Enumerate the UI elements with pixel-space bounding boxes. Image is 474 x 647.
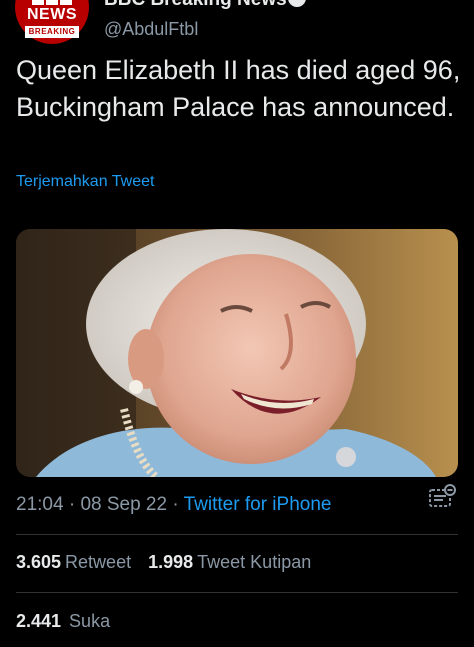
translate-tweet-link[interactable]: Terjemahkan Tweet [16,173,154,191]
tweet-analytics-icon[interactable] [427,483,457,513]
tweet-header: NEWS BREAKING BBC Breaking News @AbdulFt… [0,0,474,48]
retweets-count: 3.605 [16,552,62,572]
verified-badge-icon [287,0,306,7]
likes-stat[interactable]: 2.441 Suka [16,611,110,632]
likes-label: Suka [69,611,111,631]
bbc-logo-blocks-icon [32,0,72,5]
queen-portrait-photo [16,229,458,477]
retweets-label: Retweet [65,552,132,572]
display-name-text: BBC Breaking News [104,0,287,10]
tweet-time[interactable]: 21:04 [16,494,64,515]
avatar-logo-main: NEWS [27,6,77,23]
retweets-stat[interactable]: 3.605 Retweet [16,552,143,572]
user-handle[interactable]: @AbdulFtbl [104,19,198,40]
tweet-date[interactable]: 08 Sep 22 [80,494,167,515]
tweet-meta: 21:04 · 08 Sep 22 · Twitter for iPhone [16,494,331,516]
avatar[interactable]: NEWS BREAKING [15,0,89,44]
tweet-detail-view: NEWS BREAKING BBC Breaking News @AbdulFt… [0,0,474,647]
tweet-photo[interactable] [16,229,458,477]
meta-separator: · [172,494,184,515]
tweet-source-link[interactable]: Twitter for iPhone [184,494,332,515]
meta-separator: · [68,494,81,515]
likes-count: 2.441 [16,611,62,631]
quote-tweets-stat[interactable]: 1.998 Tweet Kutipan [148,552,323,572]
display-name[interactable]: BBC Breaking News [104,0,306,11]
more-options-icon[interactable] [424,0,454,8]
tweet-text: Queen Elizabeth II has died aged 96, Buc… [16,55,461,122]
quote-tweets-count: 1.998 [148,552,194,572]
quote-tweets-label: Tweet Kutipan [197,552,312,572]
engagement-stats: 3.605 Retweet 1.998 Tweet Kutipan [16,552,323,573]
divider [16,592,458,593]
avatar-logo-sub: BREAKING [24,26,80,38]
divider [16,534,458,535]
